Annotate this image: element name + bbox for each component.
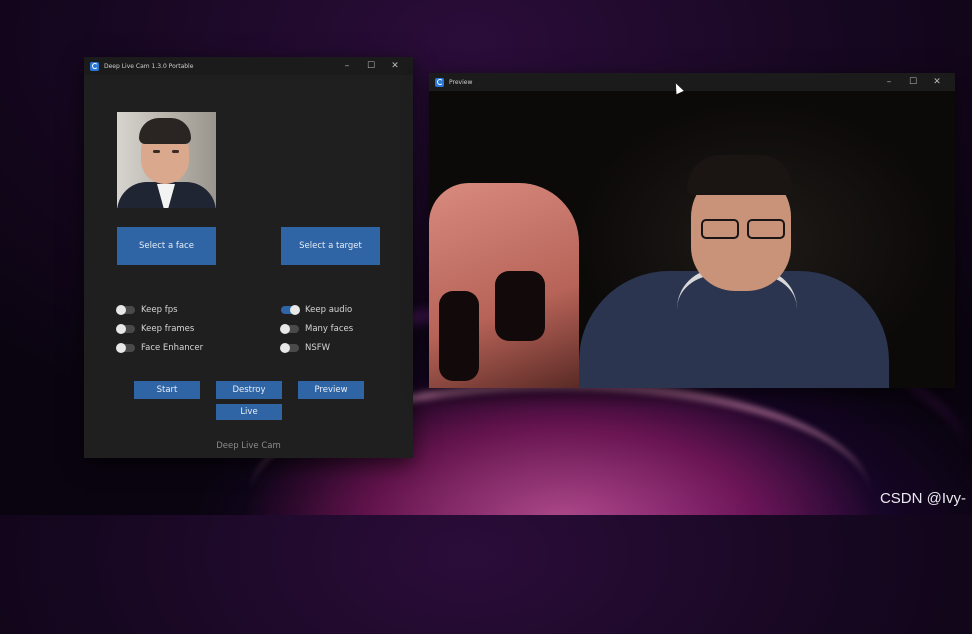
switch-icon[interactable] <box>281 305 300 315</box>
source-face-image <box>117 112 216 208</box>
preview-window: Preview – ☐ ✕ <box>429 73 955 388</box>
preview-title: Preview <box>449 78 473 86</box>
switch-icon[interactable] <box>116 305 135 315</box>
minimize-button[interactable]: – <box>877 73 901 91</box>
maximize-button[interactable]: ☐ <box>901 73 925 91</box>
maximize-button[interactable]: ☐ <box>359 57 383 75</box>
app-footer-label: Deep Live Cam <box>216 441 281 451</box>
switch-icon[interactable] <box>280 343 299 353</box>
switch-icon[interactable] <box>280 324 299 334</box>
destroy-button[interactable]: Destroy <box>216 381 282 399</box>
live-button[interactable]: Live <box>216 404 282 420</box>
many-faces-toggle[interactable]: Many faces <box>280 324 354 334</box>
app-title: Deep Live Cam 1.3.0 Portable <box>104 62 194 70</box>
face-enhancer-toggle[interactable]: Face Enhancer <box>116 343 204 353</box>
toggle-label: Keep audio <box>305 305 353 315</box>
toggle-label: Face Enhancer <box>141 343 204 353</box>
keep-fps-toggle[interactable]: Keep fps <box>116 305 178 315</box>
toggle-label: NSFW <box>305 343 331 353</box>
keep-audio-toggle[interactable]: Keep audio <box>281 305 352 315</box>
live-preview-video <box>429 91 955 388</box>
select-target-button[interactable]: Select a target <box>281 227 380 265</box>
app-titlebar[interactable]: Deep Live Cam 1.3.0 Portable – ☐ ✕ <box>84 57 413 75</box>
close-button[interactable]: ✕ <box>925 73 949 91</box>
select-face-button[interactable]: Select a face <box>117 227 216 265</box>
app-logo-icon <box>90 61 99 71</box>
toggle-label: Many faces <box>305 324 354 334</box>
deep-live-cam-window: Deep Live Cam 1.3.0 Portable – ☐ ✕ Selec… <box>84 57 413 458</box>
keep-frames-toggle[interactable]: Keep frames <box>116 324 195 334</box>
app-logo-icon <box>435 77 444 87</box>
switch-icon[interactable] <box>116 324 135 334</box>
toggle-label: Keep fps <box>141 305 178 315</box>
glasses-shape <box>701 219 787 239</box>
chair-shape <box>429 183 579 388</box>
close-button[interactable]: ✕ <box>383 57 407 75</box>
watermark-text: CSDN @Ivy- <box>879 490 966 507</box>
minimize-button[interactable]: – <box>335 57 359 75</box>
preview-button[interactable]: Preview <box>298 381 364 399</box>
toggle-label: Keep frames <box>141 324 195 334</box>
start-button[interactable]: Start <box>134 381 200 399</box>
nsfw-toggle[interactable]: NSFW <box>280 343 331 353</box>
switch-icon[interactable] <box>116 343 135 353</box>
preview-titlebar[interactable]: Preview – ☐ ✕ <box>429 73 955 91</box>
